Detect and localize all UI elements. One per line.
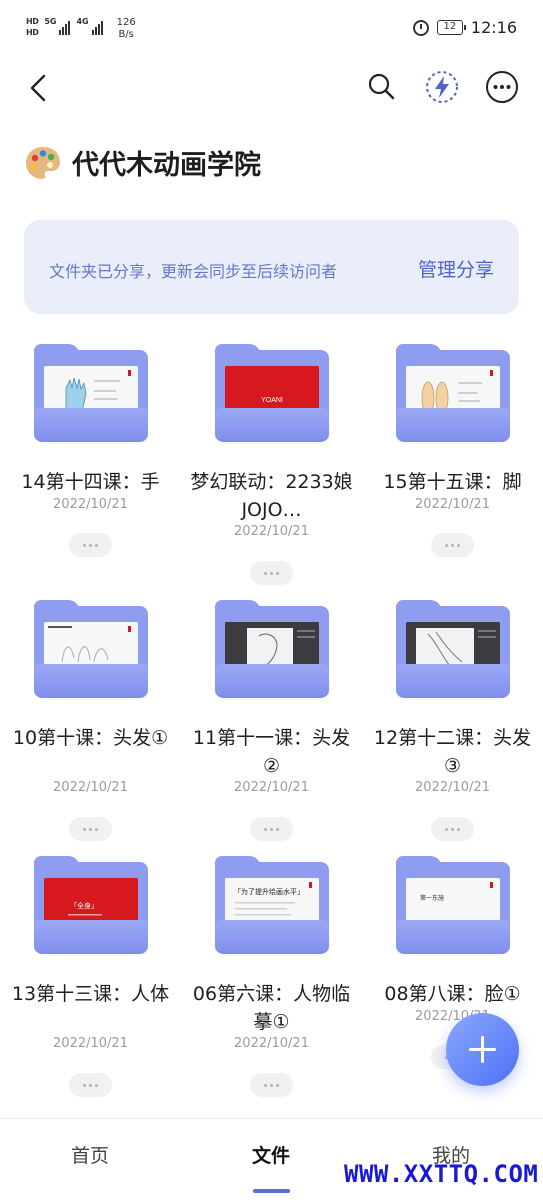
- folder-date: 2022/10/21: [415, 497, 490, 512]
- folder-date: 2022/10/21: [234, 524, 309, 539]
- more-button[interactable]: [485, 70, 519, 104]
- folder-icon[interactable]: [396, 344, 510, 444]
- folder-name: 12第十二课：头发③: [373, 727, 532, 777]
- more-icon: [486, 71, 518, 103]
- item-more-button[interactable]: [431, 533, 474, 557]
- thumbnail-text: 「为了提升绘画水平」: [234, 887, 304, 896]
- active-tab-indicator: [253, 1189, 290, 1193]
- share-message: 文件夹已分享，更新会同步至后续访问者: [49, 262, 338, 281]
- item-more-button[interactable]: [250, 817, 293, 841]
- folder-icon[interactable]: [396, 600, 510, 700]
- folder-name: 06第六课：人物临摹①: [192, 983, 351, 1033]
- folder-date: 2022/10/21: [53, 1036, 128, 1051]
- folder-name: 08第八课：脸①: [384, 983, 521, 1005]
- folder-icon[interactable]: 第一东施: [396, 856, 510, 956]
- status-bar: HD HD 5G 4G 126 B/s 12 12:16: [0, 0, 543, 60]
- folder-name: 梦幻联动：2233娘JOJO…: [190, 471, 353, 521]
- folder-icon[interactable]: [34, 600, 148, 700]
- sim2-label: HD: [26, 28, 39, 37]
- folder-name: 11第十一课：头发②: [192, 727, 351, 777]
- thumbnail-text: 第一东施: [420, 894, 444, 902]
- folder-date: 2022/10/21: [234, 780, 309, 795]
- item-more-button[interactable]: [69, 533, 112, 557]
- folder-icon[interactable]: 「全身」: [34, 856, 148, 956]
- signal-icon: 4G: [76, 17, 103, 35]
- folder-name: 10第十课：头发①: [12, 727, 169, 749]
- battery-icon: 12: [436, 20, 466, 35]
- folder-date: 2022/10/21: [234, 1036, 309, 1051]
- item-more-button[interactable]: [431, 817, 474, 841]
- folder-name: 15第十五课：脚: [383, 471, 522, 493]
- folder-icon[interactable]: [215, 600, 329, 700]
- quick-transfer-button[interactable]: [425, 70, 459, 104]
- folder-title-row: 代代木动画学院: [24, 143, 261, 182]
- battery-level: 12: [443, 21, 457, 32]
- signal-icon: 5G: [44, 17, 71, 35]
- speed-value: 126: [116, 17, 136, 28]
- alarm-icon: [412, 19, 429, 36]
- status-time: 12:16: [470, 18, 517, 37]
- search-button[interactable]: [365, 70, 399, 104]
- watermark: WWW.XXTTQ.COM: [344, 1160, 539, 1188]
- folder-date: 2022/10/21: [415, 780, 490, 795]
- lightning-icon: [426, 71, 458, 103]
- page-title: 代代木动画学院: [72, 150, 261, 181]
- share-banner: 文件夹已分享，更新会同步至后续访问者 管理分享: [24, 220, 519, 314]
- item-more-button[interactable]: [250, 561, 293, 585]
- folder-icon[interactable]: [34, 344, 148, 444]
- search-icon: [368, 73, 395, 100]
- thumbnail-text: 「全身」: [70, 901, 98, 910]
- folder-name: 14第十四课：手: [21, 471, 160, 493]
- folder-name: 13第十三课：人体: [11, 983, 170, 1005]
- folder-date: 2022/10/21: [415, 1009, 490, 1024]
- folder-icon[interactable]: 「为了提升绘画水平」: [215, 856, 329, 956]
- network1-label: 5G: [44, 17, 57, 26]
- folder-date: 2022/10/21: [53, 780, 128, 795]
- network2-label: 4G: [76, 17, 89, 26]
- tab-files[interactable]: 文件: [252, 1141, 290, 1168]
- sim-indicators: HD HD: [26, 17, 39, 37]
- tab-home[interactable]: 首页: [71, 1141, 109, 1168]
- folder-date: 2022/10/21: [53, 497, 128, 512]
- item-more-button[interactable]: [69, 1073, 112, 1097]
- palette-icon: [26, 146, 60, 179]
- item-more-button[interactable]: [250, 1073, 293, 1097]
- back-arrow-icon: [30, 74, 46, 102]
- sim1-label: HD: [26, 17, 39, 26]
- folder-icon[interactable]: YOANI: [215, 344, 329, 444]
- speed-unit: B/s: [118, 29, 134, 40]
- back-button[interactable]: [22, 68, 58, 108]
- network-speed: 126 B/s: [117, 17, 136, 41]
- item-more-button[interactable]: [69, 817, 112, 841]
- manage-share-link[interactable]: 管理分享: [418, 255, 494, 282]
- add-button[interactable]: [446, 1013, 519, 1086]
- thumbnail-text: YOANI: [261, 397, 283, 404]
